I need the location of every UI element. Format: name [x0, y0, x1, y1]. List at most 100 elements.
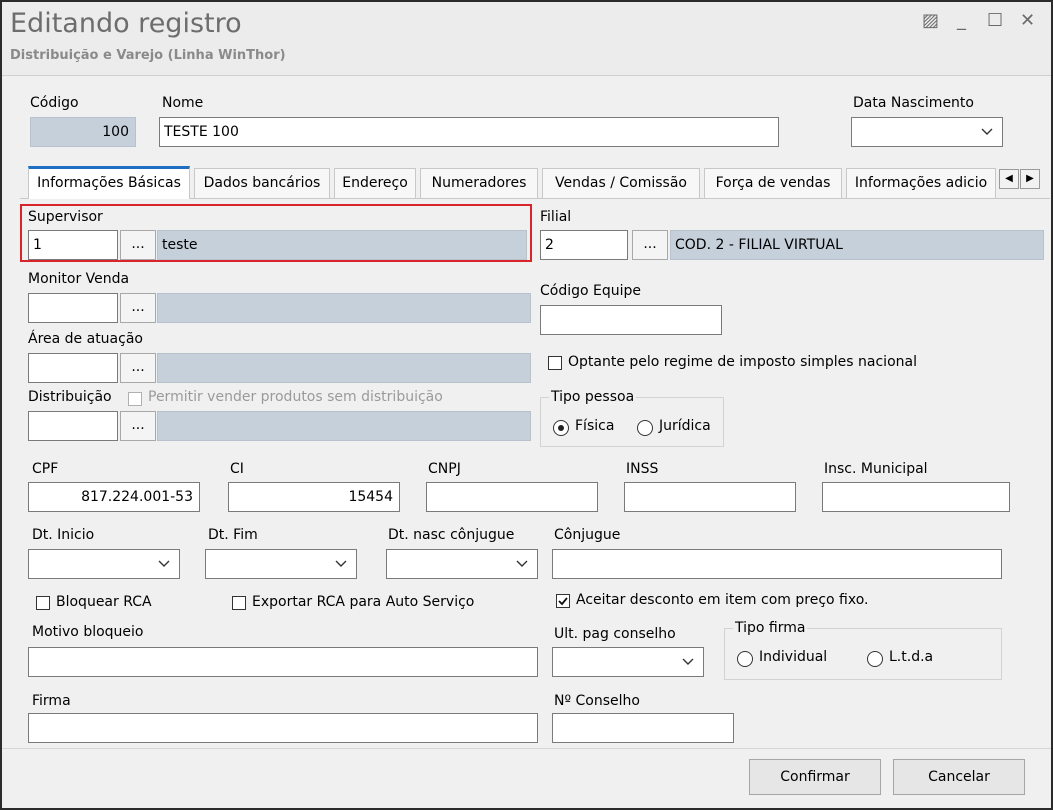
- supervisor-name-field: teste: [157, 230, 527, 260]
- conjugue-field[interactable]: [552, 549, 1002, 579]
- tipo-firma-title: Tipo firma: [733, 620, 808, 636]
- tab-scroll-left-icon[interactable]: ◀: [999, 169, 1019, 189]
- tipo-pessoa-title: Tipo pessoa: [549, 389, 637, 405]
- distribuicao-lookup-button[interactable]: ...: [120, 411, 156, 441]
- nome-label: Nome: [162, 95, 204, 111]
- confirmar-button[interactable]: Confirmar: [749, 759, 881, 795]
- chevron-down-icon: [335, 560, 347, 567]
- filial-code-field[interactable]: 2: [540, 230, 628, 260]
- tab-informacoes-basicas[interactable]: Informações Básicas: [28, 166, 190, 199]
- distribuicao-label: Distribuição: [28, 389, 112, 405]
- monitor-name-field: [157, 293, 531, 323]
- supervisor-lookup-button[interactable]: ...: [120, 230, 156, 260]
- maximize-icon[interactable]: ☐: [987, 10, 1003, 31]
- inss-field[interactable]: [624, 482, 796, 512]
- chevron-down-icon: [981, 128, 993, 135]
- tab-strip: Informações Básicas Dados bancários Ende…: [20, 166, 1050, 199]
- close-icon[interactable]: ✕: [1020, 10, 1035, 31]
- bloquear-rca-checkbox[interactable]: [36, 596, 50, 610]
- bloquear-rca-label: Bloquear RCA: [56, 594, 152, 610]
- aceitar-desconto-label: Aceitar desconto em item com preço fixo.: [576, 592, 869, 608]
- exportar-rca-checkbox[interactable]: [232, 596, 246, 610]
- checkmark-icon: [558, 597, 568, 606]
- dt-fim-combo[interactable]: [205, 549, 357, 579]
- chevron-down-icon: [158, 560, 170, 567]
- radio-juridica[interactable]: [637, 420, 653, 436]
- ci-label: CI: [230, 461, 244, 477]
- fisica-label: Física: [575, 418, 615, 434]
- chevron-down-icon: [516, 560, 528, 567]
- monitor-code-field[interactable]: [28, 293, 118, 323]
- chevron-down-icon: [682, 658, 694, 665]
- permitir-distribuicao-checkbox[interactable]: [128, 392, 142, 406]
- title-bar: Editando registro Distribuição e Varejo …: [2, 2, 1051, 76]
- nome-field[interactable]: TESTE 100: [159, 117, 779, 147]
- filial-name-field: COD. 2 - FILIAL VIRTUAL: [670, 230, 1044, 260]
- radio-selected-dot: [558, 425, 564, 431]
- distribuicao-name-field: [157, 411, 531, 441]
- tab-numeradores[interactable]: Numeradores: [420, 168, 538, 198]
- dt-nasc-conjugue-combo[interactable]: [386, 549, 538, 579]
- minimize-icon[interactable]: _: [957, 10, 966, 31]
- dt-nasc-conjugue-label: Dt. nasc cônjugue: [388, 527, 515, 543]
- motivo-bloqueio-field[interactable]: [28, 647, 538, 677]
- cpf-label: CPF: [32, 461, 59, 477]
- dialog-footer: Confirmar Cancelar: [2, 748, 1051, 808]
- monitor-venda-label: Monitor Venda: [28, 271, 130, 287]
- distribuicao-code-field[interactable]: [28, 411, 118, 441]
- tab-informacoes-adicionais[interactable]: Informações adicio: [846, 168, 996, 198]
- dt-inicio-combo[interactable]: [28, 549, 180, 579]
- ci-field[interactable]: 15454: [228, 482, 400, 512]
- area-code-field[interactable]: [28, 353, 118, 383]
- numero-conselho-field[interactable]: [552, 713, 734, 743]
- tab-vendas-comissao[interactable]: Vendas / Comissão: [542, 168, 700, 198]
- individual-label: Individual: [759, 649, 828, 665]
- tab-forca-vendas[interactable]: Força de vendas: [704, 168, 842, 198]
- numero-conselho-label: Nº Conselho: [554, 693, 640, 709]
- conjugue-label: Cônjugue: [554, 527, 621, 543]
- tab-dados-bancarios[interactable]: Dados bancários: [194, 168, 330, 198]
- dt-inicio-label: Dt. Inicio: [32, 527, 95, 543]
- codigo-equipe-label: Código Equipe: [540, 283, 642, 299]
- area-lookup-button[interactable]: ...: [120, 353, 156, 383]
- cancelar-button[interactable]: Cancelar: [893, 759, 1025, 795]
- monitor-lookup-button[interactable]: ...: [120, 293, 156, 323]
- filial-label: Filial: [540, 209, 572, 225]
- data-nascimento-combo[interactable]: [851, 117, 1003, 147]
- ult-pag-conselho-combo[interactable]: [552, 647, 704, 677]
- insc-municipal-label: Insc. Municipal: [824, 461, 928, 477]
- cnpj-field[interactable]: [426, 482, 598, 512]
- radio-ltda[interactable]: [867, 651, 883, 667]
- cpf-field[interactable]: 817.224.001-53: [28, 482, 200, 512]
- codigo-field[interactable]: 100: [30, 117, 136, 147]
- data-nascimento-label: Data Nascimento: [853, 95, 974, 111]
- optante-label: Optante pelo regime de imposto simples n…: [568, 354, 917, 370]
- window-title: Editando registro: [10, 8, 242, 39]
- radio-fisica[interactable]: [553, 420, 569, 436]
- form-content: Código 100 Nome TESTE 100 Data Nasciment…: [2, 77, 1051, 748]
- tab-scroll-right-icon[interactable]: ▶: [1020, 169, 1040, 189]
- codigo-equipe-field[interactable]: [540, 305, 722, 335]
- supervisor-code-field[interactable]: 1: [28, 230, 118, 260]
- radio-individual[interactable]: [737, 651, 753, 667]
- inss-label: INSS: [626, 461, 659, 477]
- cnpj-label: CNPJ: [428, 461, 461, 477]
- ult-pag-conselho-label: Ult. pag conselho: [554, 626, 676, 642]
- optante-checkbox[interactable]: [548, 356, 562, 370]
- firma-label: Firma: [32, 693, 71, 709]
- firma-field[interactable]: [28, 713, 538, 743]
- tab-endereco[interactable]: Endereço: [334, 168, 416, 198]
- supervisor-label: Supervisor: [28, 209, 103, 225]
- insc-municipal-field[interactable]: [822, 482, 1010, 512]
- ltda-label: L.t.d.a: [889, 649, 934, 665]
- codigo-label: Código: [30, 95, 79, 111]
- exportar-rca-label: Exportar RCA para Auto Serviço: [252, 594, 475, 610]
- motivo-bloqueio-label: Motivo bloqueio: [32, 624, 144, 640]
- area-name-field: [157, 353, 531, 383]
- filial-lookup-button[interactable]: ...: [632, 230, 668, 260]
- aceitar-desconto-checkbox[interactable]: [556, 594, 570, 608]
- tipo-firma-group: Tipo firma Individual L.t.d.a: [724, 620, 1002, 680]
- dt-fim-label: Dt. Fim: [208, 527, 258, 543]
- restore-icon[interactable]: ▨: [922, 10, 939, 31]
- edit-record-window: Editando registro Distribuição e Varejo …: [0, 0, 1053, 810]
